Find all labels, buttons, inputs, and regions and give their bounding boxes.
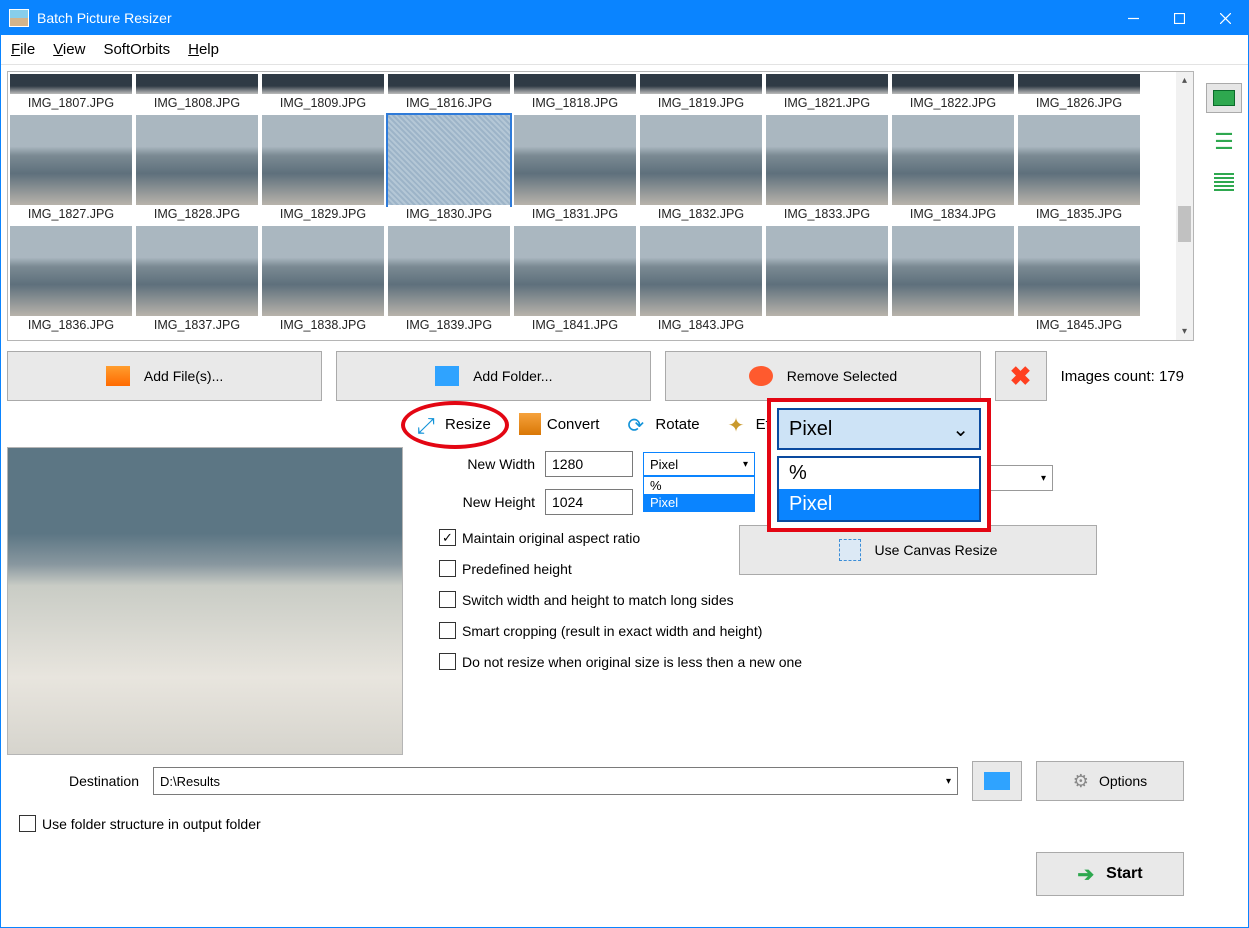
x-icon: ✖: [1010, 361, 1032, 392]
unit-option-percent[interactable]: %: [644, 477, 754, 494]
list-item[interactable]: IMG_1808.JPG: [136, 74, 258, 112]
list-item[interactable]: IMG_1821.JPG: [766, 74, 888, 112]
list-item[interactable]: IMG_1834.JPG: [892, 115, 1014, 223]
destination-input[interactable]: D:\Results ▾: [153, 767, 958, 795]
list-item[interactable]: IMG_1836.JPG: [10, 226, 132, 334]
tab-convert[interactable]: Convert: [509, 407, 610, 441]
new-height-label: New Height: [435, 494, 535, 510]
list-item[interactable]: IMG_1843.JPG: [640, 226, 762, 334]
list-item[interactable]: IMG_1818.JPG: [514, 74, 636, 112]
menu-help[interactable]: Help: [188, 41, 219, 58]
callout-selected: Pixel ⌄: [777, 408, 981, 450]
new-width-label: New Width: [435, 456, 535, 472]
folder-open-icon: [984, 772, 1010, 790]
view-thumbnails-button[interactable]: [1206, 83, 1242, 113]
tab-rotate[interactable]: ⟳ Rotate: [617, 407, 709, 441]
list-item[interactable]: IMG_1845.JPG: [1018, 226, 1140, 334]
menu-file[interactable]: File: [11, 41, 35, 58]
app-icon: [9, 9, 29, 27]
callout-option-pixel[interactable]: Pixel: [779, 489, 979, 520]
switch-wh-checkbox[interactable]: Switch width and height to match long si…: [439, 591, 1194, 608]
folder-icon: [435, 366, 459, 386]
list-item[interactable]: IMG_1838.JPG: [262, 226, 384, 334]
browse-folder-button[interactable]: [972, 761, 1022, 801]
list-item[interactable]: IMG_1807.JPG: [10, 74, 132, 112]
callout-option-percent[interactable]: %: [779, 458, 979, 489]
list-item[interactable]: IMG_1833.JPG: [766, 115, 888, 223]
width-unit-select[interactable]: Pixel ▾: [643, 452, 755, 476]
add-folder-button[interactable]: Add Folder...: [336, 351, 651, 401]
canvas-icon: [839, 539, 861, 561]
new-height-input[interactable]: [545, 489, 633, 515]
width-unit-dropdown-list[interactable]: % Pixel: [643, 476, 755, 512]
tab-resize[interactable]: ⤢ Resize: [407, 407, 501, 441]
list-item[interactable]: IMG_1835.JPG: [1018, 115, 1140, 223]
scroll-down-icon[interactable]: ▾: [1176, 323, 1193, 340]
remove-selected-button[interactable]: Remove Selected: [665, 351, 980, 401]
play-icon: ➔: [1077, 862, 1094, 887]
window-title: Batch Picture Resizer: [37, 10, 172, 26]
chevron-down-icon: ▾: [1041, 473, 1046, 484]
gear-icon: ⚙: [1073, 771, 1089, 792]
chevron-down-icon: ▾: [946, 776, 951, 787]
unit-callout-annotation: Pixel ⌄ % Pixel: [767, 398, 991, 532]
titlebar: Batch Picture Resizer: [1, 1, 1248, 35]
menu-view[interactable]: View: [53, 41, 85, 58]
canvas-resize-button[interactable]: Use Canvas Resize: [739, 525, 1097, 575]
chevron-down-icon: ▾: [743, 459, 748, 470]
thumbnail-gallery: IMG_1807.JPG IMG_1808.JPG IMG_1809.JPG I…: [7, 71, 1194, 341]
add-file-icon: [106, 366, 130, 386]
list-icon: ☰: [1214, 131, 1234, 153]
list-item[interactable]: IMG_1822.JPG: [892, 74, 1014, 112]
rotate-icon: ⟳: [627, 413, 649, 435]
list-item[interactable]: IMG_1841.JPG: [514, 226, 636, 334]
list-item[interactable]: [766, 226, 888, 334]
new-width-input[interactable]: [545, 451, 633, 477]
list-item[interactable]: IMG_1839.JPG: [388, 226, 510, 334]
right-toolbar: ☰: [1200, 65, 1248, 927]
list-item[interactable]: IMG_1816.JPG: [388, 74, 510, 112]
smart-crop-checkbox[interactable]: Smart cropping (result in exact width an…: [439, 622, 1194, 639]
chevron-down-icon: ⌄: [952, 417, 969, 442]
remove-icon: [749, 366, 773, 386]
list-item[interactable]: [892, 226, 1014, 334]
list-item[interactable]: IMG_1809.JPG: [262, 74, 384, 112]
preview-image: [7, 447, 403, 755]
resize-icon: ⤢: [417, 413, 439, 435]
list-item[interactable]: IMG_1830.JPG: [388, 115, 510, 223]
close-button[interactable]: [1202, 1, 1248, 35]
convert-icon: [519, 413, 541, 435]
list-item[interactable]: IMG_1828.JPG: [136, 115, 258, 223]
unit-option-pixel[interactable]: Pixel: [644, 494, 754, 511]
add-files-button[interactable]: Add File(s)...: [7, 351, 322, 401]
images-count-label: Images count: 179: [1061, 368, 1194, 385]
wand-icon: ✦: [728, 413, 750, 435]
view-grid-button[interactable]: [1210, 171, 1238, 193]
minimize-button[interactable]: [1110, 1, 1156, 35]
start-button[interactable]: ➔ Start: [1036, 852, 1184, 896]
list-item[interactable]: IMG_1832.JPG: [640, 115, 762, 223]
list-item[interactable]: IMG_1829.JPG: [262, 115, 384, 223]
menubar: File View SoftOrbits Help: [1, 35, 1248, 65]
image-icon: [1213, 90, 1235, 106]
use-folder-structure-checkbox[interactable]: Use folder structure in output folder: [19, 815, 1184, 832]
maximize-button[interactable]: [1156, 1, 1202, 35]
grid-icon: [1214, 173, 1234, 191]
list-item[interactable]: IMG_1831.JPG: [514, 115, 636, 223]
gallery-scrollbar[interactable]: ▴ ▾: [1176, 72, 1193, 340]
list-item[interactable]: IMG_1827.JPG: [10, 115, 132, 223]
list-item[interactable]: IMG_1826.JPG: [1018, 74, 1140, 112]
options-button[interactable]: ⚙ Options: [1036, 761, 1184, 801]
menu-softorbits[interactable]: SoftOrbits: [103, 41, 170, 58]
scroll-thumb[interactable]: [1178, 206, 1191, 242]
remove-all-button[interactable]: ✖: [995, 351, 1047, 401]
list-item[interactable]: IMG_1819.JPG: [640, 74, 762, 112]
no $noresize-checkbox[interactable]: Do not resize when original size is less…: [439, 653, 1194, 670]
view-list-button[interactable]: ☰: [1210, 131, 1238, 153]
destination-label: Destination: [19, 773, 139, 789]
list-item[interactable]: IMG_1837.JPG: [136, 226, 258, 334]
scroll-up-icon[interactable]: ▴: [1176, 72, 1193, 89]
